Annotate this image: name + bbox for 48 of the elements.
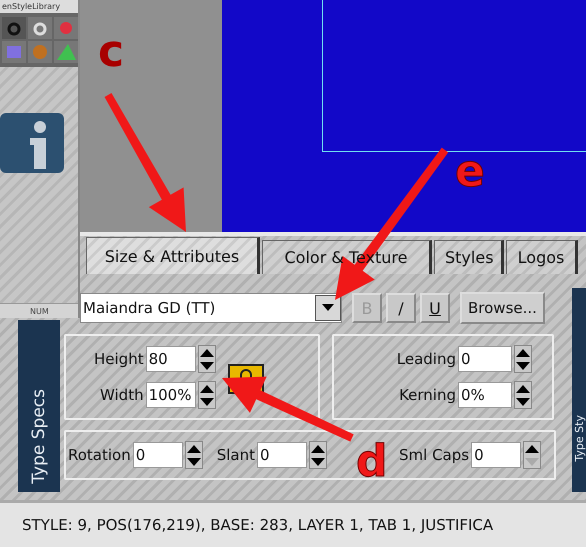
spinner[interactable]	[309, 441, 328, 469]
palette-title: enStyleLibrary	[0, 0, 78, 13]
field-label: Rotation	[68, 446, 131, 464]
up-arrow-icon	[200, 348, 214, 356]
field-label: Width	[100, 386, 144, 404]
caret-icon	[322, 304, 334, 312]
font-dropdown[interactable]: Maiandra GD (TT)	[80, 293, 342, 323]
input-field[interactable]: 100%	[146, 382, 196, 408]
side-tab[interactable]: Type Sty	[572, 288, 586, 492]
input-field[interactable]: 0	[471, 442, 522, 468]
up-arrow-icon	[200, 384, 214, 392]
spinner[interactable]	[198, 381, 216, 409]
spinner[interactable]	[514, 381, 532, 409]
browse-button[interactable]: Browse...	[460, 292, 545, 324]
input-field[interactable]: 80	[146, 346, 196, 372]
input-field[interactable]: 0	[458, 346, 512, 372]
input-field[interactable]: 0	[132, 442, 183, 468]
info-icon	[0, 113, 64, 173]
letter-style-icon[interactable]	[2, 17, 26, 39]
up-arrow-icon	[186, 444, 201, 452]
input-field[interactable]: 0	[257, 442, 308, 468]
annotation-label: c	[98, 30, 124, 74]
spinner[interactable]	[184, 441, 203, 469]
annotation-label: e	[455, 150, 485, 194]
tab[interactable]: Logos	[506, 240, 578, 274]
up-arrow-icon	[516, 384, 530, 392]
input-field[interactable]: 0%	[458, 382, 512, 408]
style-button[interactable]: /	[386, 293, 416, 323]
annotation-label: d	[356, 440, 388, 484]
up-arrow-icon	[525, 444, 540, 452]
field-label: Sml Caps	[399, 446, 470, 464]
spinner[interactable]	[198, 345, 216, 373]
tab[interactable]: Size & Attributes	[86, 237, 260, 274]
side-tab[interactable]: Type Specs	[18, 320, 60, 492]
style-button[interactable]: U	[420, 293, 450, 323]
dropdown-button[interactable]	[315, 295, 341, 321]
up-arrow-icon	[311, 444, 326, 452]
field-label: Height	[94, 350, 144, 368]
spinner[interactable]	[523, 441, 542, 469]
letter-style-icon[interactable]	[28, 17, 52, 39]
up-arrow-icon	[516, 348, 530, 356]
status-text: NUM	[30, 306, 49, 316]
field-label: Kerning	[399, 386, 456, 404]
spinner[interactable]	[514, 345, 532, 373]
status-text: STYLE: 9, POS(176,219), BASE: 283, LAYER 1, TAB 1, JUSTIFICA	[22, 516, 494, 534]
tab[interactable]: Styles	[434, 240, 504, 274]
field-label: Slant	[216, 446, 256, 464]
field-label: Leading	[396, 350, 456, 368]
